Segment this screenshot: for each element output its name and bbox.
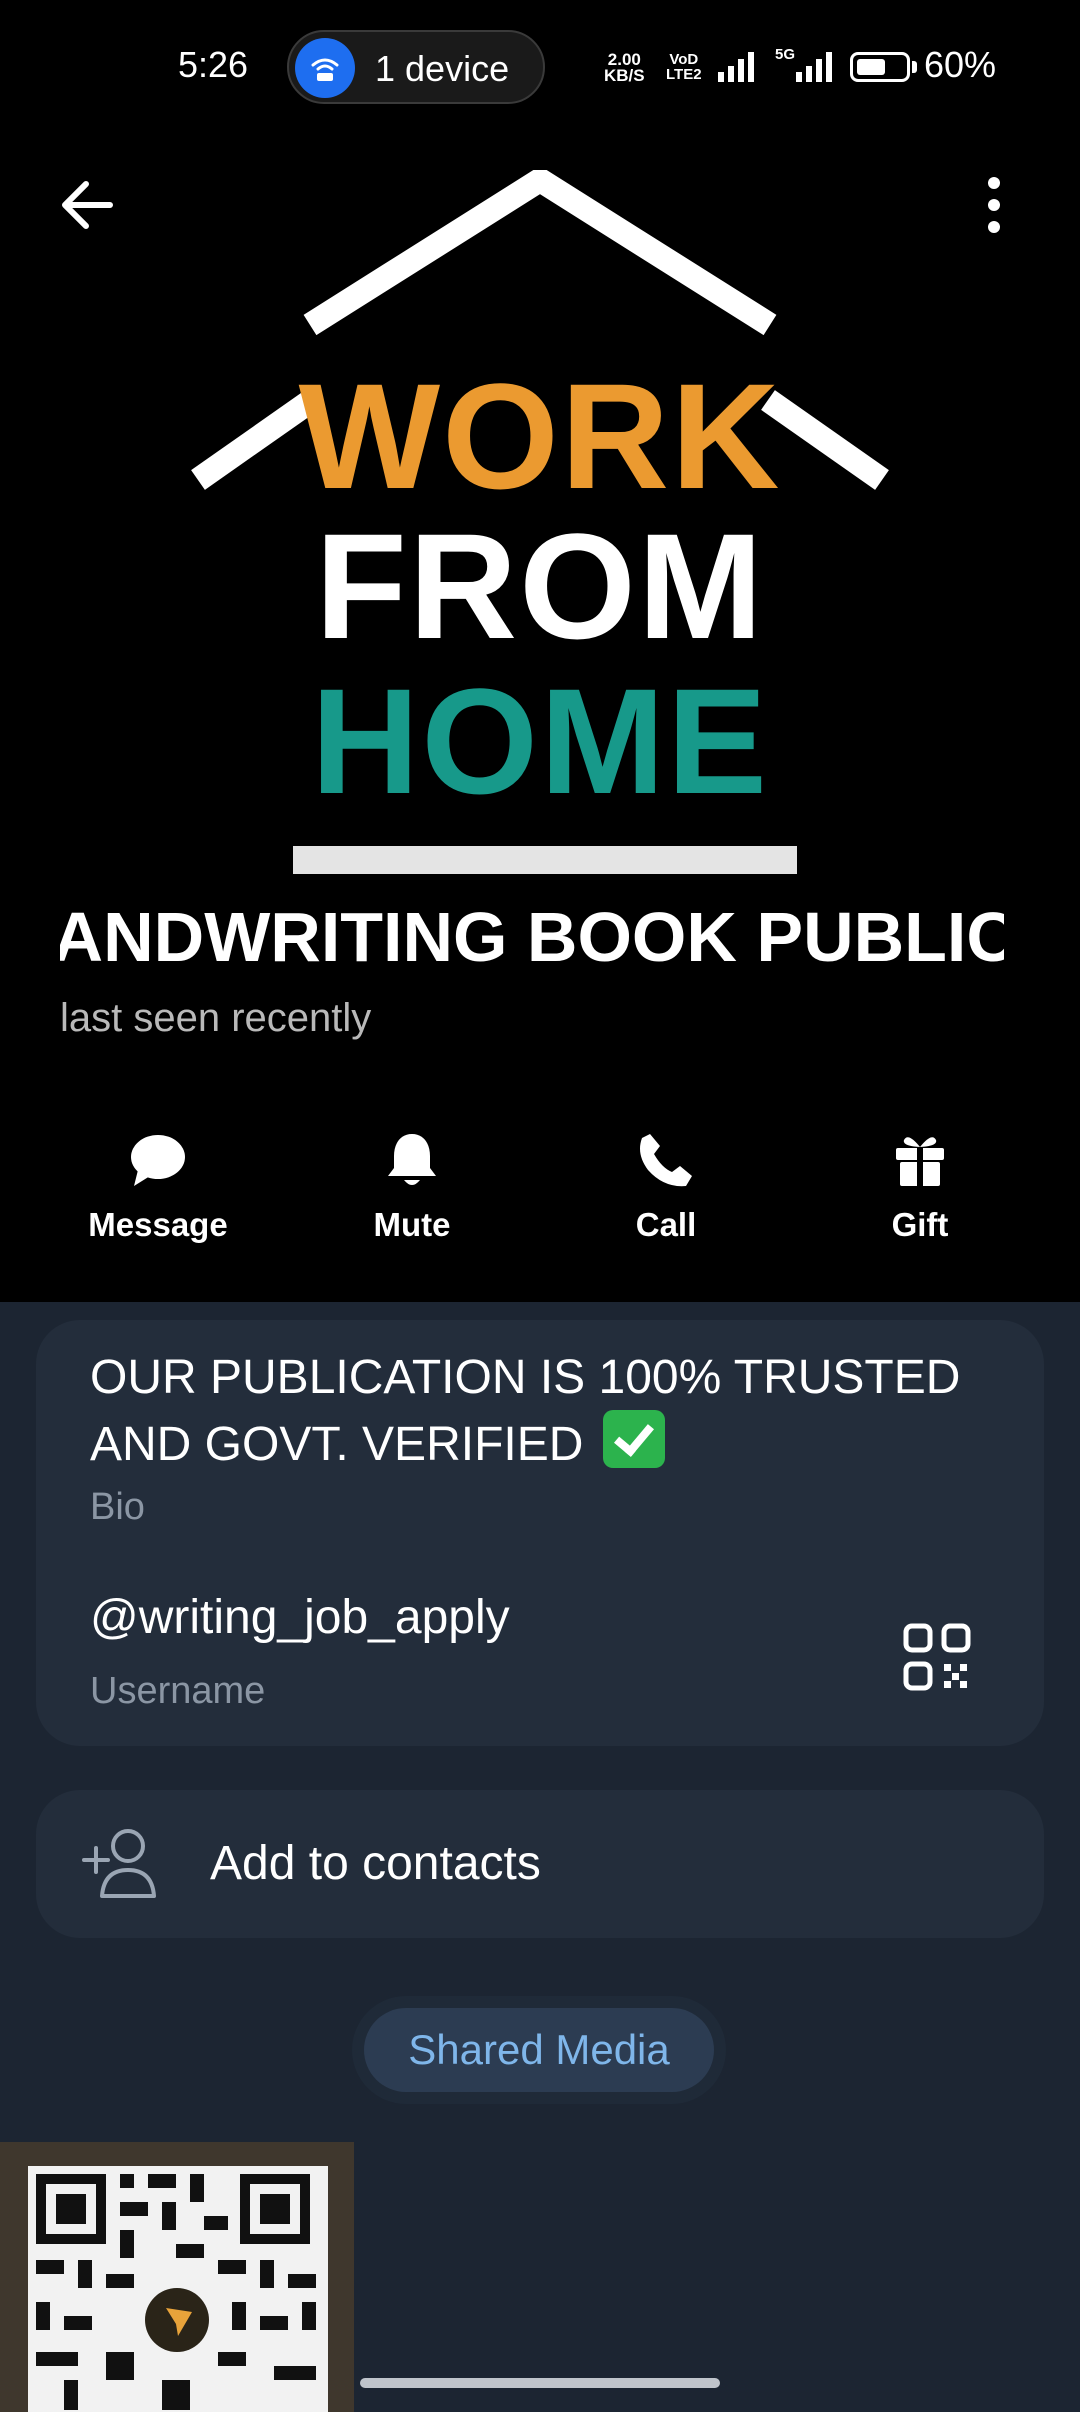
network-speed: 2.00 KB/S <box>604 51 645 85</box>
volte-bottom: LTE2 <box>666 66 702 83</box>
qr-image-thumbnail <box>0 2142 354 2412</box>
last-seen-status: last seen recently <box>60 996 372 1040</box>
gift-button[interactable]: Gift <box>800 1100 1040 1300</box>
media-thumbnail[interactable] <box>0 2142 354 2412</box>
battery-icon <box>850 52 910 82</box>
battery-tip <box>912 61 917 73</box>
call-label: Call <box>635 1206 697 1243</box>
home-indicator[interactable] <box>360 2378 720 2388</box>
message-button[interactable]: Message <box>38 1100 278 1300</box>
username-label: Username <box>90 1670 266 1712</box>
bell-icon <box>388 1134 436 1185</box>
profile-name: HANDWRITING BOOK PUBLICATION <box>60 892 1004 982</box>
add-person-icon <box>82 1829 156 1898</box>
back-arrow-icon[interactable] <box>52 170 122 240</box>
profile-header: WORK FROM HOME HANDWRITING BOOK PUBLICAT… <box>0 140 1080 1302</box>
battery-level <box>857 59 885 75</box>
status-time: 5:26 <box>178 44 249 85</box>
shared-media-tab-container: Shared Media <box>352 1996 726 2104</box>
message-icon <box>131 1135 185 1186</box>
gift-label: Gift <box>891 1206 949 1243</box>
net-speed-unit: KB/S <box>604 66 645 85</box>
call-button[interactable]: Call <box>546 1100 786 1300</box>
mute-label: Mute <box>373 1206 451 1243</box>
phone-icon <box>640 1134 692 1187</box>
logo-line-work: WORK <box>298 352 782 520</box>
action-bar: Message Mute Call Gift <box>0 1100 1080 1300</box>
volte-top: VoD <box>669 51 699 68</box>
profile-photo[interactable]: WORK FROM HOME <box>180 170 900 940</box>
signal-5g-icon <box>796 52 832 82</box>
hotspot-pill[interactable]: 1 device <box>287 30 545 104</box>
logo-underline <box>293 846 797 874</box>
hotspot-icon <box>295 38 355 98</box>
signal-icon <box>718 52 754 82</box>
shared-media-tab[interactable]: Shared Media <box>364 2008 714 2092</box>
username-value[interactable]: @writing_job_apply <box>90 1590 510 1645</box>
gift-icon <box>896 1137 944 1186</box>
bio-label: Bio <box>90 1486 145 1528</box>
add-to-contacts-label: Add to contacts <box>210 1837 541 1890</box>
profile-name-text: HANDWRITING BOOK PUBLICATION <box>60 898 1004 976</box>
info-card: OUR PUBLICATION IS 100% TRUSTED AND GOVT… <box>36 1320 1044 1746</box>
hotspot-label: 1 device <box>375 48 510 89</box>
check-mark-icon <box>602 1410 665 1468</box>
logo-line-home: HOME <box>311 657 769 825</box>
mute-button[interactable]: Mute <box>292 1100 532 1300</box>
status-bar: 5:26 1 device 2.00 KB/S VoD LTE2 5G 60% <box>0 0 1080 140</box>
more-options-icon[interactable] <box>964 170 1024 240</box>
bio-text-value: OUR PUBLICATION IS 100% TRUSTED AND GOVT… <box>90 1351 961 1471</box>
message-label: Message <box>88 1206 228 1243</box>
battery-percent: 60% <box>924 44 997 85</box>
qr-code-icon[interactable] <box>902 1622 972 1692</box>
volte-indicator: VoD LTE2 <box>666 52 702 82</box>
add-to-contacts-row[interactable]: Add to contacts <box>36 1790 1044 1938</box>
logo-line-from: FROM <box>315 502 765 670</box>
bio-text[interactable]: OUR PUBLICATION IS 100% TRUSTED AND GOVT… <box>90 1346 970 1477</box>
